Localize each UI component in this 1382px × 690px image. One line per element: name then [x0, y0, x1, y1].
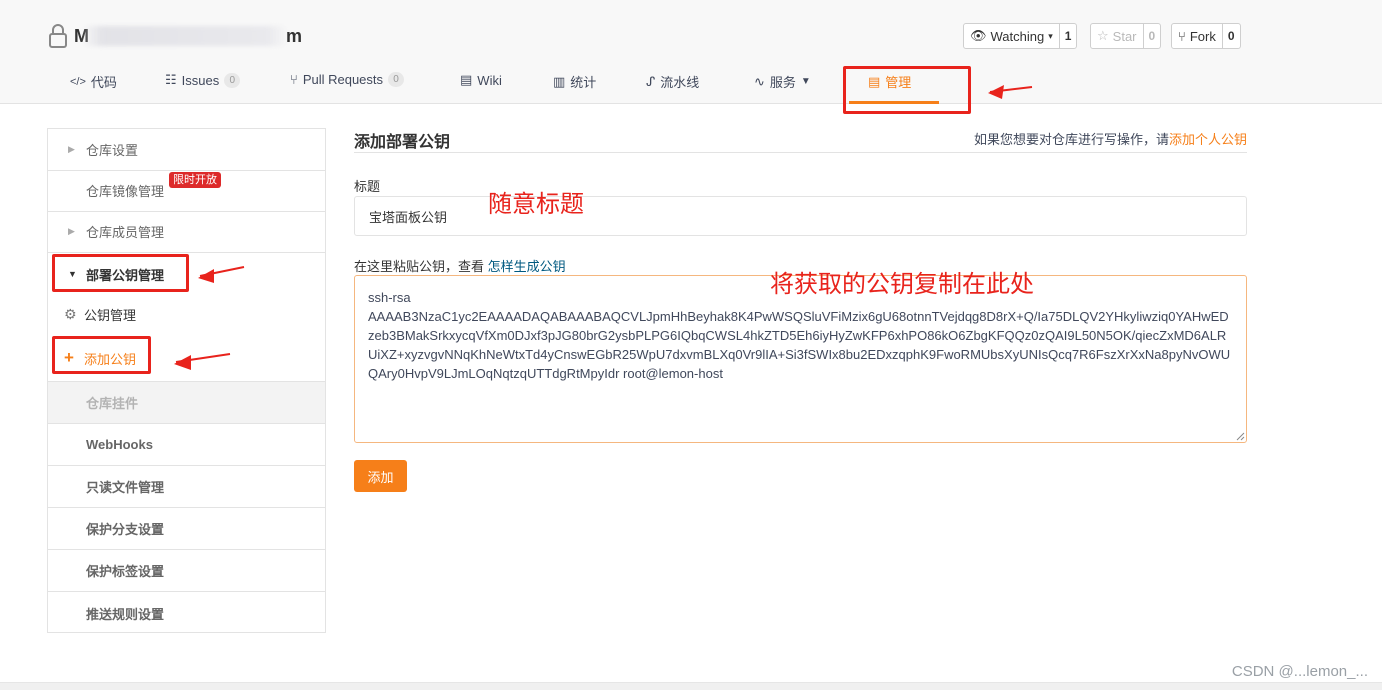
- lock-icon: [49, 24, 67, 48]
- pr-count-badge: 0: [388, 72, 405, 87]
- bar-chart-icon: ▥: [553, 73, 566, 89]
- gear-icon: ⚙: [64, 305, 77, 322]
- annotation-key-note: 将获取的公钥复制在此处: [770, 270, 1034, 298]
- page-title: 添加部署公钥: [354, 134, 451, 151]
- wiki-icon: ▤: [460, 72, 473, 87]
- repo-header: M m 👁Watching▾ 1 ☆Star 0 ⑂Fork 0 </> 代码 …: [0, 0, 1382, 104]
- public-key-textarea[interactable]: ssh-rsa AAAAB3NzaC1yc2EAAAADAQABAAABAQCV…: [354, 275, 1247, 443]
- sidebar-item-push-rules[interactable]: 推送规则设置: [48, 592, 325, 634]
- settings-sidebar: ▶ 仓库设置 仓库镜像管理 ▶ 仓库成员管理 ▼ 部署公钥管理 ⚙ 公钥管理 +…: [47, 128, 326, 633]
- resize-handle-icon[interactable]: [1236, 432, 1245, 441]
- sidebar-item-readonly-files[interactable]: 只读文件管理: [48, 466, 325, 508]
- repo-name-end[interactable]: m: [286, 26, 302, 47]
- repo-tabs: </> 代码 ☷ Issues 0 ⑂ Pull Requests 0 ▤ Wi…: [0, 66, 1382, 104]
- sidebar-item-protected-branches[interactable]: 保护分支设置: [48, 508, 325, 550]
- caret-down-icon: ▼: [800, 76, 811, 87]
- caret-down-icon: ▾: [1048, 30, 1053, 41]
- limited-time-badge: 限时开放: [169, 172, 221, 188]
- star-icon: ☆: [1097, 28, 1109, 43]
- tab-issues[interactable]: ☷ Issues 0: [165, 72, 241, 88]
- sidebar-item-repo-widget: 仓库挂件: [48, 382, 325, 424]
- blurred-repo-name: [82, 26, 288, 46]
- title-label: 标题: [354, 179, 381, 194]
- watching-count: 1: [1058, 24, 1077, 48]
- fork-count: 0: [1221, 24, 1240, 48]
- sidebar-item-key-management[interactable]: ⚙ 公钥管理: [48, 293, 325, 335]
- annotation-title-note: 随意标题: [488, 190, 584, 218]
- csdn-watermark: CSDN @...lemon_...: [1231, 663, 1368, 680]
- annotation-arrow-icon: [174, 353, 231, 370]
- watching-button[interactable]: 👁 Watching ▾ 1: [963, 23, 1078, 49]
- annotation-box-add-key: [52, 336, 151, 374]
- annotation-box-deploy-keys: [52, 254, 189, 292]
- sidebar-item-repo-members[interactable]: ▶ 仓库成员管理: [48, 211, 325, 253]
- sidebar-item-webhooks[interactable]: WebHooks: [48, 424, 325, 466]
- caret-right-icon: ▶: [68, 226, 75, 236]
- tab-code[interactable]: </> 代码: [70, 72, 117, 91]
- fork-icon: ⑂: [1178, 28, 1186, 44]
- tab-pipeline[interactable]: ᔑ 流水线: [646, 72, 699, 91]
- how-to-generate-key-link[interactable]: 怎样生成公钥: [488, 259, 566, 274]
- tab-services[interactable]: ∿ 服务 ▼: [754, 72, 811, 91]
- star-count: 0: [1142, 24, 1161, 48]
- annotation-box-manage-tab: [843, 66, 971, 114]
- code-icon: </>: [70, 75, 86, 88]
- pulse-icon: ∿: [754, 73, 765, 89]
- pull-request-icon: ⑂: [290, 72, 298, 87]
- tab-wiki[interactable]: ▤ Wiki: [460, 72, 502, 88]
- tab-pull-requests[interactable]: ⑂ Pull Requests 0: [290, 72, 405, 87]
- caret-right-icon: ▶: [68, 144, 75, 154]
- tab-stats[interactable]: ▥ 统计: [553, 72, 596, 91]
- annotation-arrow-icon: [198, 266, 245, 283]
- annotation-arrow-icon: [988, 85, 1033, 99]
- sidebar-item-repo-settings[interactable]: ▶ 仓库设置: [48, 129, 325, 171]
- key-label: 在这里粘贴公钥，查看 怎样生成公钥: [354, 259, 566, 274]
- add-personal-key-link[interactable]: 添加个人公钥: [1169, 132, 1247, 147]
- footer-divider: [0, 682, 1382, 690]
- star-button[interactable]: ☆ Star 0: [1090, 23, 1162, 49]
- sidebar-item-protected-tags[interactable]: 保护标签设置: [48, 550, 325, 592]
- pipeline-icon: ᔑ: [646, 73, 656, 89]
- title-divider: [354, 152, 1247, 153]
- fork-button[interactable]: ⑂ Fork 0: [1171, 23, 1241, 49]
- add-key-submit-button[interactable]: 添加: [354, 460, 407, 492]
- personal-key-hint: 如果您想要对仓库进行写操作，请添加个人公钥: [973, 132, 1247, 147]
- issues-icon: ☷: [165, 72, 177, 87]
- eye-icon: 👁: [970, 28, 987, 43]
- issues-count-badge: 0: [224, 72, 241, 88]
